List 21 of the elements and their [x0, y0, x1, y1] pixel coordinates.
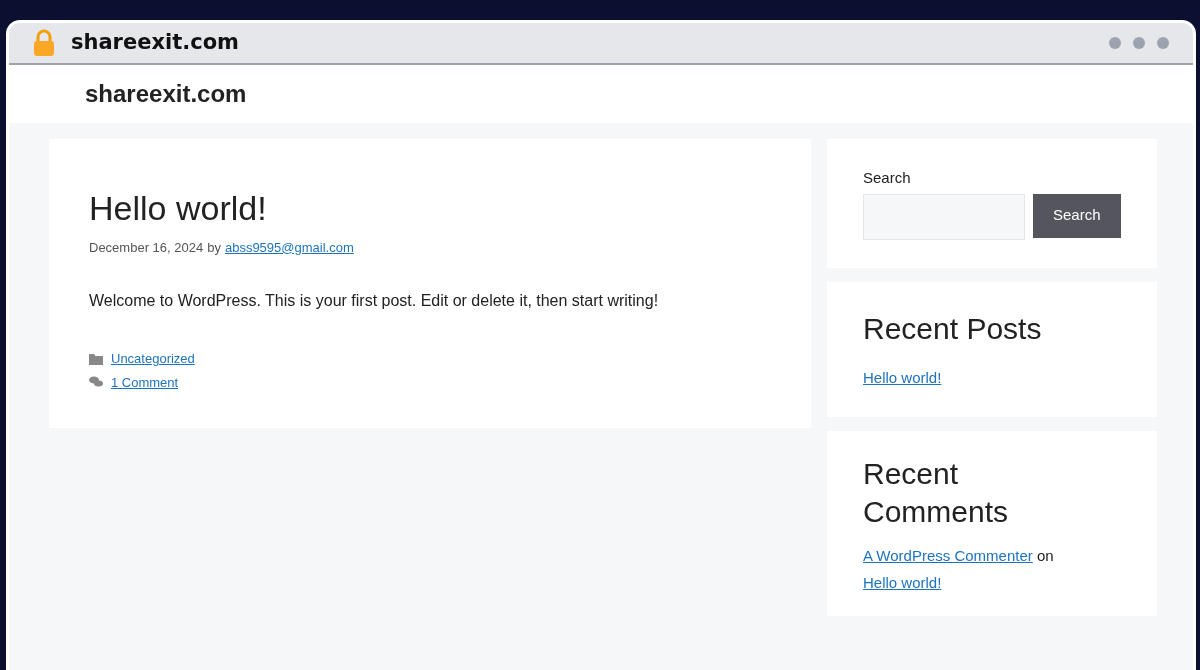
- by-text: by: [207, 238, 221, 257]
- post-date: December 16, 2024: [89, 238, 204, 257]
- lock-icon: [33, 29, 55, 57]
- folder-icon: [89, 352, 103, 365]
- site-title[interactable]: shareexit.com: [85, 76, 247, 112]
- comments-icon: [89, 376, 103, 389]
- widget-title: Recent Comments: [863, 456, 1010, 530]
- category-link[interactable]: Uncategorized: [111, 349, 195, 369]
- post-title[interactable]: Hello world!: [89, 187, 771, 230]
- comments-link[interactable]: 1 Comment: [111, 372, 179, 392]
- recent-post-link[interactable]: Hello world!: [863, 366, 1121, 389]
- address-text: shareexit.com: [71, 29, 239, 57]
- author-link[interactable]: abss9595@gmail.com: [224, 237, 354, 257]
- comment-post-link[interactable]: Hello world!: [863, 574, 942, 591]
- post-body: Welcome to WordPress. This is your first post. Edit or delete it, then start writing!: [89, 291, 660, 311]
- search-button[interactable]: Search: [1033, 193, 1121, 238]
- search-label: Search: [863, 168, 912, 188]
- recent-comment: A WordPress Commenter on Hello world!: [863, 546, 1055, 593]
- widget-title: Recent Posts: [863, 310, 1043, 347]
- comment-author-link[interactable]: A WordPress Commenter: [863, 547, 1033, 564]
- search-field[interactable]: [863, 193, 1025, 240]
